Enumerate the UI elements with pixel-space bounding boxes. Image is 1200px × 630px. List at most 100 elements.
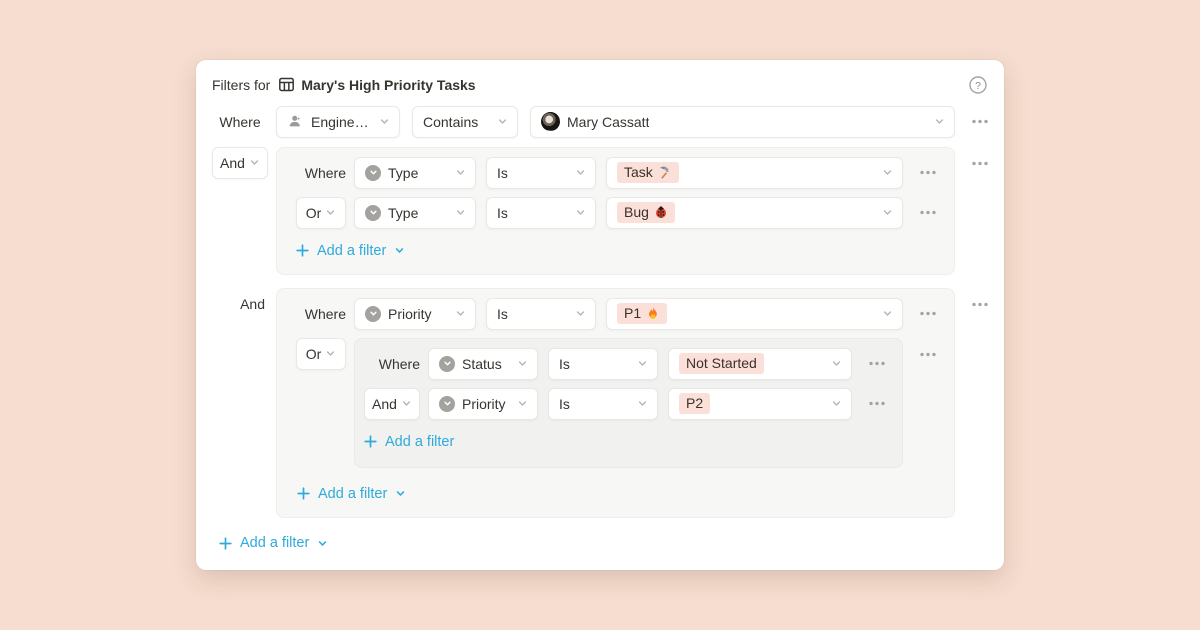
chevron-down-icon [394, 245, 405, 256]
panel-header: Filters for Mary's High Priority Tasks ? [212, 73, 988, 97]
svg-text:?: ? [975, 80, 981, 92]
property-select-status[interactable]: Status [428, 348, 538, 380]
tag-label: Not Started [686, 354, 757, 373]
filter-row-p1: Where Priority Is P1 [296, 298, 936, 330]
filter-group-priority: And Where Priority Is [212, 288, 988, 518]
tag-not-started: Not Started [679, 353, 764, 374]
property-label: Type [388, 205, 418, 221]
help-button[interactable]: ? [968, 75, 988, 95]
chevron-down-icon [882, 308, 893, 319]
chevron-down-icon [831, 358, 842, 369]
value-label: Mary Cassatt [567, 114, 649, 130]
chevron-down-icon [325, 207, 336, 218]
tag-p2: P2 [679, 393, 710, 414]
add-filter-button[interactable]: Add a filter [219, 531, 988, 556]
value-select-task[interactable]: Task [606, 157, 903, 189]
property-select-priority[interactable]: Priority [428, 388, 538, 420]
operator-select[interactable]: Is [486, 197, 596, 229]
add-filter-button[interactable]: Add a filter [364, 428, 454, 456]
add-filter-label: Add a filter [318, 486, 387, 502]
chevron-down-icon [497, 116, 508, 127]
chevron-down-icon [575, 308, 586, 319]
tag-label: P1 [624, 304, 641, 323]
operator-label: Contains [423, 114, 478, 130]
chevron-down-icon [249, 157, 260, 168]
page-background: { "header": { "prefix": "Filters for", "… [0, 0, 1200, 630]
operator-select[interactable]: Is [548, 348, 658, 380]
value-select-bug[interactable]: Bug [606, 197, 903, 229]
group-menu-button[interactable] [971, 302, 988, 307]
value-select-p1[interactable]: P1 [606, 298, 903, 330]
property-label: Type [388, 165, 418, 181]
property-select-type[interactable]: Type [354, 157, 476, 189]
connector-select-or[interactable]: Or [296, 197, 346, 229]
value-select-not-started[interactable]: Not Started [668, 348, 852, 380]
nested-group-row: Or Where Status [296, 338, 936, 468]
row-menu-button[interactable] [971, 119, 988, 124]
chevron-down-icon [395, 488, 406, 499]
chevron-down-icon [575, 207, 586, 218]
connector-select-or[interactable]: Or [296, 338, 346, 370]
connector-select-and[interactable]: And [364, 388, 420, 420]
filters-for-label: Filters for [212, 77, 270, 93]
tag-p1: P1 [617, 303, 667, 324]
chevron-down-icon [325, 348, 336, 359]
tag-label: Bug [624, 203, 649, 222]
operator-select-contains[interactable]: Contains [412, 106, 518, 138]
connector-label: Or [306, 346, 322, 362]
group-menu-button[interactable] [971, 161, 988, 166]
chevron-down-icon [934, 116, 945, 127]
mary-cassatt-avatar [541, 112, 560, 131]
where-label: Where [364, 348, 420, 380]
property-label: Status [462, 356, 502, 372]
row-menu-button[interactable] [919, 311, 936, 316]
group-connector-select[interactable]: And [212, 147, 268, 179]
connector-label: Or [306, 205, 322, 221]
select-circle-icon [365, 205, 381, 221]
row-menu-button[interactable] [919, 170, 936, 175]
operator-select[interactable]: Is [486, 157, 596, 189]
tag-bug: Bug [617, 202, 675, 223]
value-select-p2[interactable]: P2 [668, 388, 852, 420]
fire-emoji [646, 306, 660, 320]
filter-group-panel: Where Type Is Task [276, 147, 955, 275]
chevron-down-icon [401, 398, 412, 409]
add-filter-button[interactable]: Add a filter [297, 480, 406, 508]
chevron-down-icon [882, 167, 893, 178]
value-select-mary-cassatt[interactable]: Mary Cassatt [530, 106, 955, 138]
nested-filter-group-panel: Where Status Is [354, 338, 903, 468]
plus-icon [296, 244, 309, 257]
chevron-down-icon [379, 116, 390, 127]
property-select-engineers[interactable]: Engineers [276, 106, 400, 138]
chevron-down-icon [455, 207, 466, 218]
row-menu-button[interactable] [868, 361, 885, 366]
chevron-down-icon [831, 398, 842, 409]
operator-label: Is [497, 205, 508, 221]
row-menu-button[interactable] [868, 401, 885, 406]
tag-task: Task [617, 162, 679, 183]
page-title: Mary's High Priority Tasks [301, 77, 475, 93]
property-label: Priority [462, 396, 506, 412]
hammer-emoji [658, 165, 672, 179]
chevron-down-icon [517, 398, 528, 409]
add-filter-label: Add a filter [385, 434, 454, 450]
operator-label: Is [559, 396, 570, 412]
add-filter-button[interactable]: Add a filter [296, 237, 405, 265]
tag-label: Task [624, 163, 653, 182]
filter-group-panel: Where Priority Is P1 [276, 288, 955, 518]
operator-select[interactable]: Is [486, 298, 596, 330]
tag-label: P2 [686, 394, 703, 413]
connector-label: And [372, 396, 397, 412]
chevron-down-icon [455, 167, 466, 178]
row-menu-button[interactable] [919, 210, 936, 215]
property-select-type[interactable]: Type [354, 197, 476, 229]
chevron-down-icon [317, 538, 328, 549]
select-circle-icon [439, 396, 455, 412]
property-select-priority[interactable]: Priority [354, 298, 476, 330]
add-filter-label: Add a filter [317, 243, 386, 259]
operator-select[interactable]: Is [548, 388, 658, 420]
chevron-down-icon [637, 358, 648, 369]
filter-row-task: Where Type Is Task [296, 157, 936, 189]
filter-group-type: And Where Type Is [212, 147, 988, 275]
nested-group-menu-button[interactable] [919, 352, 936, 357]
